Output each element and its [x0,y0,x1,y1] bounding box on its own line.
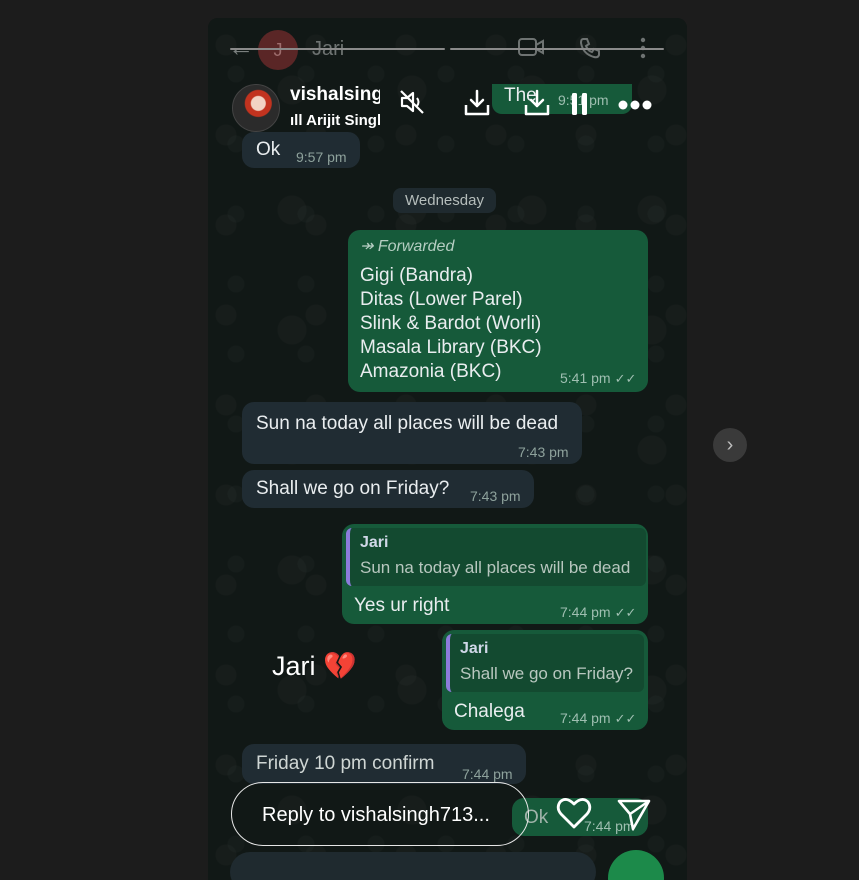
download-alt-icon[interactable] [522,88,552,123]
chevron-right-icon: › [726,434,734,456]
message-time: 5:41 pm ✓✓ [560,370,637,386]
story-music-label[interactable]: ıll Arijit Singh [290,112,380,129]
music-artist: Arijit Singh [306,112,380,129]
forwarded-line: Slink & Bardot (Worli) [360,313,542,334]
message-bubble-incoming[interactable]: Ok 9:57 pm [242,132,360,168]
heart-icon[interactable] [556,796,592,835]
contact-avatar: J [258,30,298,70]
message-text: Sun na today all places will be dead [256,413,559,434]
quoted-message[interactable]: Jari Sun na today all places will be dea… [346,528,646,586]
forwarded-text: Gigi (Bandra) Ditas (Lower Parel) Slink … [360,264,542,384]
day-separator: Wednesday [393,188,496,213]
pause-icon[interactable] [570,92,590,121]
forwarded-line: Gigi (Bandra) [360,265,473,286]
quoted-text: Shall we go on Friday? [460,664,633,683]
next-story-button[interactable]: › [713,428,747,462]
mute-icon[interactable] [398,88,426,121]
message-composer[interactable] [230,852,596,880]
message-time: 7:43 pm [470,488,521,504]
quoted-message[interactable]: Jari Shall we go on Friday? [446,634,644,692]
story-caption: Jari 💔 [272,651,357,681]
message-bubble-outgoing[interactable]: The 9:51 pm [492,84,632,114]
forwarded-line: Amazonia (BKC) [360,361,502,382]
quoted-sender: Jari [460,640,489,657]
story-username[interactable]: vishalsingh7135 [290,84,380,106]
message-text: Shall we go on Friday? [256,478,450,499]
forward-arrow-icon: ↠ [360,238,378,255]
message-text: Friday 10 pm confirm [256,753,435,774]
quoted-sender: Jari [360,534,389,551]
message-time: 7:43 pm [518,444,569,460]
more-horizontal-icon[interactable] [618,98,652,116]
message-bubble-incoming[interactable]: Sun na today all places will be dead 7:4… [242,402,582,464]
message-time: 7:44 pm ✓✓ [560,604,637,620]
story-avatar[interactable] [232,84,280,132]
message-bubble-reply[interactable]: Jari Shall we go on Friday? Chalega 7:44… [442,630,648,730]
message-time: 9:57 pm [296,149,347,165]
back-arrow-icon[interactable]: ← [228,34,254,60]
message-text: Yes ur right [354,595,450,616]
story-viewer: ← J Jari The 9:51 pm vishalsingh7135 ıll… [208,18,687,880]
story-progress-bar-2 [450,48,664,50]
message-bubble-incoming[interactable]: Shall we go on Friday? 7:43 pm [242,470,534,508]
story-reply-input[interactable]: Reply to vishalsingh713... [231,782,529,846]
message-time: 7:44 pm ✓✓ [560,710,637,726]
forwarded-line: Ditas (Lower Parel) [360,289,523,310]
more-vert-icon[interactable] [638,36,648,65]
message-bubble-incoming[interactable]: Friday 10 pm confirm 7:44 pm [242,744,526,784]
download-icon[interactable] [462,88,492,123]
music-bars-icon: ıll [290,112,307,129]
message-bubble-forwarded[interactable]: ↠ Forwarded Gigi (Bandra) Ditas (Lower P… [348,230,648,392]
message-text: Ok [256,139,281,160]
send-icon[interactable] [616,796,652,837]
message-time: 7:44 pm [462,766,513,782]
double-check-icon: ✓✓ [614,605,637,620]
double-check-icon: ✓✓ [614,711,637,726]
forwarded-label: ↠ Forwarded [360,238,455,255]
phone-icon[interactable] [578,36,602,65]
message-bubble-reply[interactable]: Jari Sun na today all places will be dea… [342,524,648,624]
story-progress-bar-1 [230,48,445,50]
message-text: Chalega [454,701,525,722]
quoted-text: Sun na today all places will be dead [360,558,631,577]
forwarded-line: Masala Library (BKC) [360,337,542,358]
double-check-icon: ✓✓ [614,371,637,386]
